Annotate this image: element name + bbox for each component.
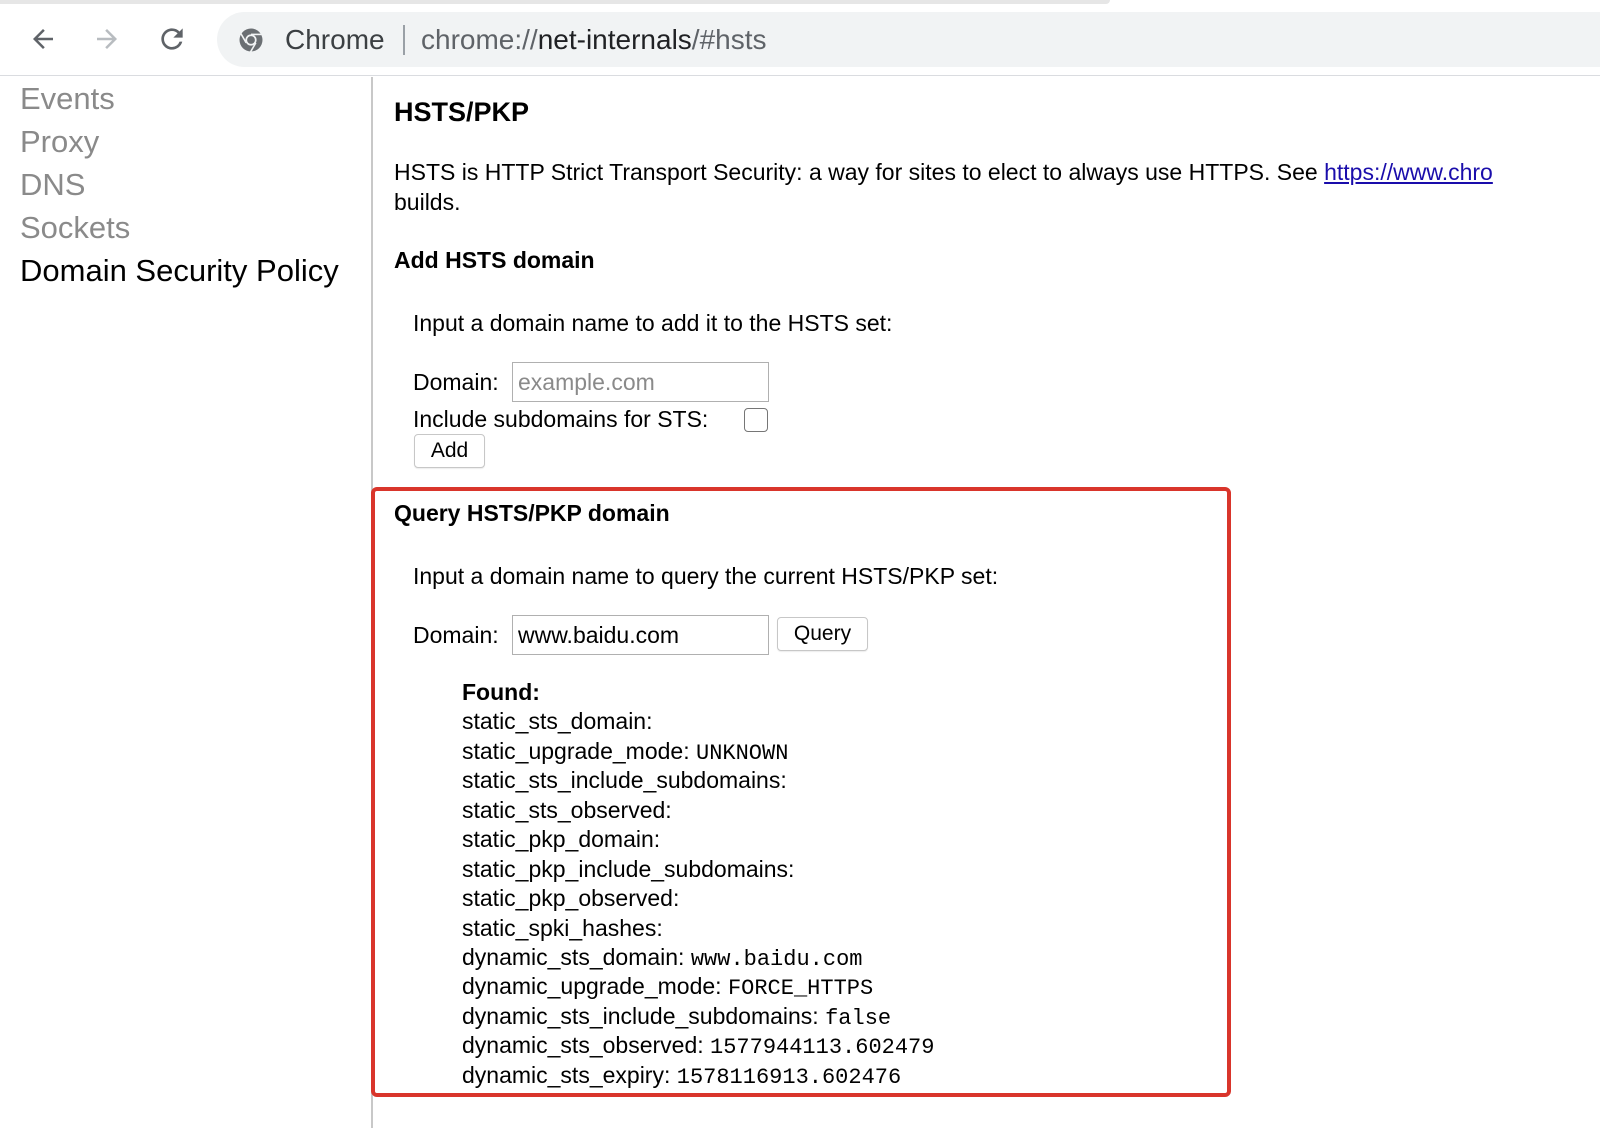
- add-hsts-heading: Add HSTS domain: [394, 247, 595, 273]
- sidebar-item-dns[interactable]: DNS: [20, 166, 85, 204]
- result-key: static_pkp_domain:: [462, 826, 661, 853]
- result-key: static_sts_include_subdomains:: [462, 767, 787, 794]
- add-button[interactable]: Add: [414, 434, 485, 468]
- url-host: net-internals: [537, 24, 692, 55]
- query-hsts-instruction: Input a domain name to query the current…: [413, 563, 999, 589]
- result-key: dynamic_upgrade_mode:: [462, 973, 722, 1000]
- result-row: static_upgrade_mode: UNKNOWN: [462, 737, 1222, 766]
- browser-toolbar: Chrome chrome://net-internals/#hsts: [0, 0, 1600, 76]
- page-title: HSTS/PKP: [394, 97, 530, 127]
- forward-icon: [97, 29, 117, 49]
- add-domain-input[interactable]: [512, 362, 769, 402]
- result-value: 1577944113.602479: [710, 1035, 935, 1061]
- result-value: 1578116913.602476: [676, 1064, 902, 1090]
- back-button[interactable]: [22, 18, 64, 60]
- sidebar-item-domain-security-policy[interactable]: Domain Security Policy: [20, 252, 339, 290]
- add-hsts-instruction: Input a domain name to add it to the HST…: [413, 310, 893, 336]
- omnibox-divider: [403, 25, 405, 55]
- forward-button[interactable]: [86, 18, 128, 60]
- result-row: static_sts_domain:: [462, 707, 1222, 736]
- address-bar[interactable]: Chrome chrome://net-internals/#hsts: [217, 12, 1600, 67]
- result-key: static_pkp_include_subdomains:: [462, 855, 795, 882]
- sidebar: Events Proxy DNS Sockets Domain Security…: [0, 77, 373, 1128]
- result-key: static_sts_observed:: [462, 796, 672, 823]
- result-key: dynamic_sts_domain:: [462, 943, 685, 970]
- result-row: static_pkp_domain:: [462, 825, 1222, 854]
- result-key: static_spki_hashes:: [462, 914, 663, 941]
- query-button[interactable]: Query: [777, 617, 868, 651]
- sidebar-item-sockets[interactable]: Sockets: [20, 209, 130, 247]
- reload-icon: [161, 28, 183, 50]
- result-key: dynamic_sts_expiry:: [462, 1061, 671, 1088]
- result-row: static_sts_observed:: [462, 796, 1222, 825]
- query-results: Found: static_sts_domain: static_upgrade…: [462, 678, 1222, 1090]
- result-key: dynamic_sts_include_subdomains:: [462, 1002, 819, 1029]
- query-domain-label: Domain:: [413, 622, 499, 648]
- site-name: Chrome: [285, 24, 385, 55]
- description-link[interactable]: https://www.chro: [1324, 159, 1493, 185]
- url-text[interactable]: chrome://net-internals/#hsts: [421, 23, 767, 57]
- result-row: dynamic_sts_expiry: 1578116913.602476: [462, 1061, 1222, 1090]
- query-hsts-heading: Query HSTS/PKP domain: [394, 500, 670, 526]
- result-key: dynamic_sts_observed:: [462, 1032, 704, 1059]
- sidebar-item-events[interactable]: Events: [20, 80, 115, 118]
- result-value: false: [825, 1005, 892, 1031]
- description-suffix: builds.: [394, 189, 461, 215]
- result-row: static_spki_hashes:: [462, 914, 1222, 943]
- query-domain-input[interactable]: [512, 615, 769, 655]
- result-row: static_pkp_include_subdomains:: [462, 855, 1222, 884]
- result-value: www.baidu.com: [690, 946, 863, 972]
- tab-strip-edge: [0, 0, 1110, 4]
- include-subdomains-checkbox[interactable]: [744, 408, 768, 432]
- result-key: static_pkp_observed:: [462, 885, 680, 912]
- back-icon: [33, 29, 53, 49]
- reload-button[interactable]: [151, 18, 193, 60]
- url-scheme: chrome://: [421, 24, 538, 55]
- sidebar-item-proxy[interactable]: Proxy: [20, 123, 99, 161]
- result-row: dynamic_sts_domain: www.baidu.com: [462, 943, 1222, 972]
- result-row: dynamic_upgrade_mode: FORCE_HTTPS: [462, 972, 1222, 1001]
- hsts-description: HSTS is HTTP Strict Transport Security: …: [394, 157, 1600, 217]
- found-label: Found:: [462, 679, 540, 705]
- result-key: static_upgrade_mode:: [462, 737, 690, 764]
- description-text: HSTS is HTTP Strict Transport Security: …: [394, 159, 1325, 185]
- add-domain-label: Domain:: [413, 369, 499, 395]
- url-path: /#hsts: [691, 24, 767, 55]
- result-row: dynamic_sts_observed: 1577944113.602479: [462, 1031, 1222, 1060]
- result-value: UNKNOWN: [696, 740, 789, 766]
- chrome-icon: [239, 28, 263, 53]
- result-row: static_pkp_observed:: [462, 884, 1222, 913]
- result-value: FORCE_HTTPS: [727, 976, 874, 1002]
- result-key: static_sts_domain:: [462, 708, 653, 735]
- result-row: static_sts_include_subdomains:: [462, 766, 1222, 795]
- include-subdomains-label: Include subdomains for STS:: [413, 406, 709, 432]
- result-row: dynamic_sts_include_subdomains: false: [462, 1002, 1222, 1031]
